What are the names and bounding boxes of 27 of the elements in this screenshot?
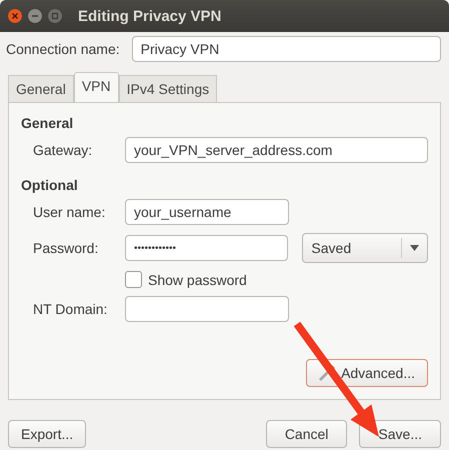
tab[interactable]: IPv4 Settings (118, 75, 218, 102)
export-button[interactable]: Export... (8, 420, 86, 448)
save-button[interactable]: Save... (359, 420, 441, 448)
section-heading: General (21, 115, 74, 131)
nt-domain-field[interactable] (125, 296, 289, 322)
cancel-button[interactable]: Cancel (266, 420, 348, 448)
tab[interactable]: General (8, 75, 74, 102)
close-icon[interactable] (8, 9, 22, 23)
field-label: User name: (32, 204, 106, 220)
caret-icon (410, 245, 419, 251)
minimize-icon[interactable] (28, 9, 42, 23)
tab[interactable]: VPN (74, 72, 119, 102)
section-heading: Optional (21, 177, 79, 193)
password-storage-dropdown[interactable]: Saved (302, 233, 428, 263)
maximize-icon[interactable] (48, 9, 62, 23)
connection-name-field[interactable]: Privacy VPN (132, 36, 441, 62)
checkbox-label: Show password (148, 272, 247, 288)
field-label: Gateway: (32, 142, 94, 158)
checkbox[interactable] (125, 271, 142, 288)
username-field[interactable]: your_username (125, 199, 289, 225)
password-field[interactable]: •••••••••••• (125, 235, 288, 261)
gateway-field[interactable]: your_VPN_server_address.com (125, 137, 428, 163)
window-title: Editing Privacy VPN (78, 8, 222, 24)
field-label: NT Domain: (32, 301, 108, 317)
field-label: Connection name: (6, 41, 120, 57)
field-label: Password: (32, 240, 100, 256)
advanced-button[interactable]: Advanced... (306, 359, 428, 387)
